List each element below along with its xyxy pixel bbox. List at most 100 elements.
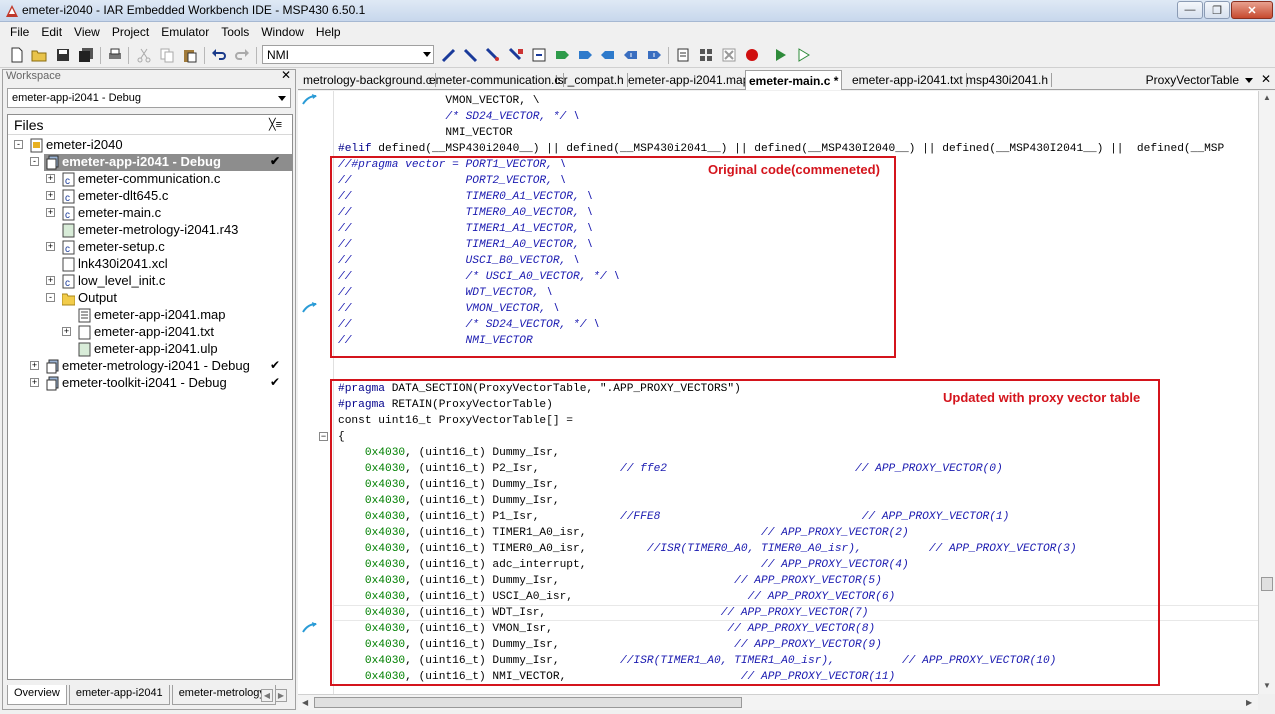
tree-item[interactable]: lnk430i2041.xcl — [8, 256, 292, 273]
open-folder-icon[interactable] — [30, 46, 48, 64]
redo-icon[interactable] — [233, 46, 251, 64]
menu-emulator[interactable]: Emulator — [155, 25, 215, 39]
horizontal-scrollbar[interactable]: ◀ ▶ — [298, 694, 1258, 710]
find-next-icon[interactable] — [440, 46, 458, 64]
menu-bar: File Edit View Project Emulator Tools Wi… — [0, 22, 1275, 42]
configuration-select[interactable]: emeter-app-i2041 - Debug — [7, 88, 291, 108]
chevron-down-icon[interactable] — [278, 96, 286, 101]
tab-emeter-app-map[interactable]: emeter-app-i2041.map — [625, 73, 754, 87]
stop-build-icon[interactable] — [720, 46, 738, 64]
expand-icon[interactable]: + — [46, 276, 55, 285]
configure-columns-icon[interactable]: ╳≡ — [269, 118, 282, 131]
tab-isr-compat[interactable]: isr_compat.h — [552, 73, 628, 87]
undo-icon[interactable] — [210, 46, 228, 64]
tree-item[interactable]: + c low_level_init.c — [8, 273, 292, 290]
tree-item[interactable]: + c emeter-main.c — [8, 205, 292, 222]
tab-msp430i2041[interactable]: msp430i2041.h — [963, 73, 1053, 87]
code-text: , (uint16_t) TIMER0_A0_isr, — [405, 543, 647, 555]
toggle-breakpoint-icon[interactable] — [743, 46, 761, 64]
copy-icon[interactable] — [158, 46, 176, 64]
code-text: , (uint16_t) Dummy_Isr, — [405, 575, 735, 587]
vertical-scrollbar[interactable]: ▲ ▼ — [1258, 91, 1275, 694]
tree-item[interactable]: + emeter-toolkit-i2041 - Debug ✔ — [8, 375, 292, 392]
expand-icon[interactable]: + — [46, 191, 55, 200]
fold-toggle-icon[interactable]: − — [319, 432, 328, 441]
find-in-files-icon[interactable] — [484, 46, 502, 64]
build-check-icon: ✔ — [270, 358, 281, 372]
tab-overview[interactable]: Overview — [7, 685, 67, 705]
make-icon[interactable] — [697, 46, 715, 64]
chevron-down-icon[interactable] — [1245, 78, 1253, 84]
tab-emeter-main[interactable]: emeter-main.c * — [745, 70, 843, 90]
collapse-icon[interactable]: - — [46, 293, 55, 302]
search-combo[interactable]: NMI — [262, 45, 434, 64]
expand-icon[interactable]: + — [46, 242, 55, 251]
horizontal-scroll-thumb[interactable] — [314, 697, 742, 708]
tree-item[interactable]: emeter-app-i2041.ulp — [8, 341, 292, 358]
next-bookmark-icon[interactable] — [576, 46, 594, 64]
tab-scroll-right-icon[interactable]: ▶ — [275, 689, 287, 702]
compile-icon[interactable] — [674, 46, 692, 64]
code-comment: // TIMER1_A1_VECTOR, \ — [338, 223, 594, 235]
menu-view[interactable]: View — [68, 25, 106, 39]
go-to-icon[interactable] — [530, 46, 548, 64]
menu-edit[interactable]: Edit — [35, 25, 68, 39]
download-and-debug-icon[interactable] — [772, 46, 790, 64]
scroll-left-icon[interactable]: ◀ — [302, 698, 308, 707]
navigate-forward-icon[interactable] — [645, 46, 663, 64]
debug-without-download-icon[interactable] — [795, 46, 813, 64]
collapse-icon[interactable]: - — [30, 157, 39, 166]
tree-item[interactable]: + c emeter-dlt645.c — [8, 188, 292, 205]
find-previous-icon[interactable] — [462, 46, 480, 64]
expand-icon[interactable]: + — [30, 361, 39, 370]
paste-icon[interactable] — [181, 46, 199, 64]
menu-window[interactable]: Window — [255, 25, 310, 39]
scroll-up-icon[interactable]: ▲ — [1263, 93, 1271, 102]
tree-item[interactable]: + emeter-app-i2041.txt — [8, 324, 292, 341]
toggle-bookmark-icon[interactable] — [553, 46, 571, 64]
tree-item[interactable]: + c emeter-communication.c — [8, 171, 292, 188]
cut-icon[interactable] — [135, 46, 153, 64]
expand-icon[interactable]: + — [62, 327, 71, 336]
tree-item[interactable]: + c emeter-setup.c — [8, 239, 292, 256]
chevron-down-icon[interactable] — [423, 52, 431, 57]
menu-tools[interactable]: Tools — [215, 25, 255, 39]
tree-item[interactable]: - Output — [8, 290, 292, 307]
tab-emeter-metrology[interactable]: emeter-metrology- — [171, 685, 276, 705]
minimize-icon[interactable]: — — [1177, 1, 1203, 19]
tree-item[interactable]: - emeter-app-i2041 - Debug ✔ — [30, 154, 292, 171]
new-file-icon[interactable] — [8, 46, 26, 64]
scroll-down-icon[interactable]: ▼ — [1263, 681, 1271, 690]
tab-scroll-left-icon[interactable]: ◀ — [261, 689, 273, 702]
close-icon[interactable]: ✕ — [1231, 1, 1273, 19]
function-dropdown[interactable]: ProxyVectorTable — [1146, 73, 1253, 87]
tree-item[interactable]: emeter-metrology-i2041.r43 — [8, 222, 292, 239]
expand-icon[interactable]: + — [30, 378, 39, 387]
tree-item[interactable]: - emeter-i2040 — [8, 137, 292, 154]
vertical-scroll-thumb[interactable] — [1261, 577, 1273, 591]
menu-help[interactable]: Help — [310, 25, 347, 39]
scroll-right-icon[interactable]: ▶ — [1246, 698, 1252, 707]
print-icon[interactable] — [106, 46, 124, 64]
tree-item-label: emeter-i2040 — [46, 137, 123, 152]
workspace-close-icon[interactable]: ✕ — [281, 68, 291, 82]
collapse-icon[interactable]: - — [14, 140, 23, 149]
navigate-backward-icon[interactable] — [622, 46, 640, 64]
tab-emeter-communication[interactable]: emeter-communication.c — [426, 73, 565, 87]
expand-icon[interactable]: + — [46, 208, 55, 217]
menu-project[interactable]: Project — [106, 25, 155, 39]
tab-emeter-app[interactable]: emeter-app-i2041 — [68, 685, 170, 705]
tree-item[interactable]: emeter-app-i2041.map — [8, 307, 292, 324]
previous-bookmark-icon[interactable] — [599, 46, 617, 64]
tree-item[interactable]: + emeter-metrology-i2041 - Debug ✔ — [8, 358, 292, 375]
editor-close-icon[interactable]: ✕ — [1261, 72, 1271, 86]
expand-icon[interactable]: + — [46, 174, 55, 183]
menu-file[interactable]: File — [4, 25, 35, 39]
replace-icon[interactable] — [507, 46, 525, 64]
restore-icon[interactable]: ❐ — [1204, 1, 1230, 19]
save-icon[interactable] — [54, 46, 72, 64]
tab-emeter-app-txt[interactable]: emeter-app-i2041.txt — [849, 73, 967, 87]
save-all-icon[interactable] — [77, 46, 95, 64]
tab-metrology-background[interactable]: metrology-background.c — [300, 73, 436, 87]
